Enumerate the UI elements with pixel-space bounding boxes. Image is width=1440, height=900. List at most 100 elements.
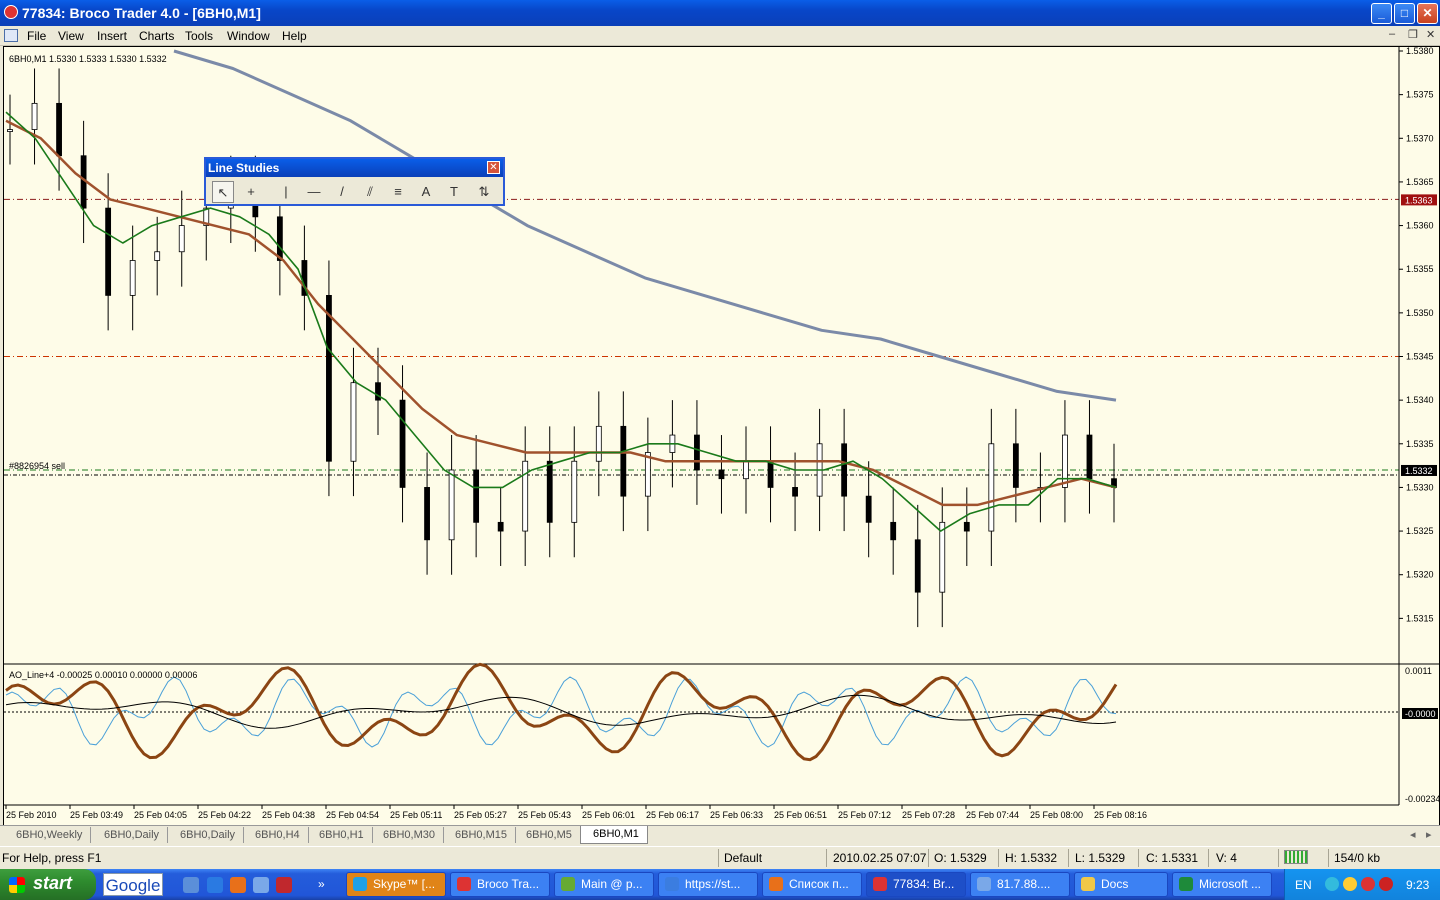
document-icon[interactable] xyxy=(4,29,18,42)
candle-body xyxy=(963,521,970,532)
taskbar-remote-label: 81.7.88.... xyxy=(997,877,1051,891)
tab-m1[interactable]: 6BH0,M1 xyxy=(580,826,648,844)
tab-scroll-left-icon[interactable]: ◂ xyxy=(1410,828,1416,841)
arrows-icon[interactable]: ⇅ xyxy=(473,181,495,203)
tab-m30[interactable]: 6BH0,M30 xyxy=(371,827,444,843)
candle-body xyxy=(718,469,725,480)
skype-icon xyxy=(353,877,367,891)
tab-scroll-right-icon[interactable]: ▸ xyxy=(1426,828,1432,841)
time-tick-label: 25 Feb 07:28 xyxy=(902,810,955,820)
start-label: start xyxy=(33,873,73,893)
quicklaunch-more-icon[interactable]: » xyxy=(318,877,334,893)
app-shortcut-icon[interactable] xyxy=(276,877,292,893)
time-tick-label: 25 Feb 07:44 xyxy=(966,810,1019,820)
time-tick-label: 25 Feb 03:49 xyxy=(70,810,123,820)
remote-icon xyxy=(977,877,991,891)
taskbar-microsoft[interactable]: Microsoft ... xyxy=(1172,872,1272,897)
tab-daily-2[interactable]: 6BH0,Daily xyxy=(168,827,245,843)
menu-help[interactable]: Help xyxy=(282,29,307,43)
taskbar-docs[interactable]: Docs xyxy=(1074,872,1168,897)
close-button[interactable]: ✕ xyxy=(1417,3,1438,24)
show-desktop-icon[interactable] xyxy=(183,877,199,893)
candle-body xyxy=(276,216,283,261)
taskbar-remote[interactable]: 81.7.88.... xyxy=(970,872,1070,897)
candle-body xyxy=(620,425,627,497)
line-studies-close-button[interactable]: ✕ xyxy=(487,161,500,174)
google-toolbar-button[interactable]: Google xyxy=(103,873,163,896)
taskbar-broco[interactable]: Broco Tra... xyxy=(450,872,550,897)
line-studies-title[interactable]: Line Studies xyxy=(206,159,503,177)
text-label-icon[interactable]: T xyxy=(443,181,465,203)
taskbar-broco-active-label: 77834: Br... xyxy=(893,877,955,891)
tray-network-icon[interactable] xyxy=(1343,877,1357,891)
tab-m15[interactable]: 6BH0,M15 xyxy=(443,827,516,843)
tab-h4[interactable]: 6BH0,H4 xyxy=(243,827,309,843)
connection-bars-icon xyxy=(1284,850,1308,864)
candle-body xyxy=(178,225,185,253)
indicator-axis-zero: -0.0000 xyxy=(1405,709,1436,719)
menu-window[interactable]: Window xyxy=(227,29,270,43)
candle-body xyxy=(497,521,504,532)
price-tick-label: 1.5355 xyxy=(1406,264,1434,274)
system-tray: EN 9:23 xyxy=(1284,869,1440,900)
minimize-button[interactable]: _ xyxy=(1371,3,1392,24)
time-tick-label: 25 Feb 04:22 xyxy=(198,810,251,820)
excel-icon xyxy=(1179,877,1193,891)
windows-logo-icon xyxy=(9,877,25,893)
price-tick-label: 1.5330 xyxy=(1406,482,1434,492)
time-tick-label: 25 Feb 06:51 xyxy=(774,810,827,820)
status-high: H: 1.5332 xyxy=(1005,851,1058,865)
time-tick-label: 25 Feb 06:01 xyxy=(582,810,635,820)
candle-body xyxy=(571,460,578,523)
vertical-line-icon[interactable]: | xyxy=(275,181,297,203)
taskbar-browser[interactable]: https://st... xyxy=(658,872,758,897)
candle-body xyxy=(399,399,406,488)
tray-arrow-icon[interactable] xyxy=(1325,877,1339,891)
candle-body xyxy=(424,487,430,541)
fibonacci-icon[interactable]: ≡ xyxy=(387,181,409,203)
line-studies-toolbar[interactable]: Line Studies ✕ ↖ + | — / ⫽ ≡ A T ⇅ xyxy=(204,157,505,206)
menu-view[interactable]: View xyxy=(58,29,84,43)
mdi-minimize-icon[interactable]: – xyxy=(1389,28,1395,40)
taskbar-microsoft-label: Microsoft ... xyxy=(1199,877,1262,891)
mdi-restore-icon[interactable]: ❐ xyxy=(1408,28,1418,41)
window-titlebar[interactable]: 77834: Broco Trader 4.0 - [6BH0,M1] _ □ … xyxy=(0,0,1440,26)
taskbar-firefox[interactable]: Список п... xyxy=(762,872,862,897)
menu-charts[interactable]: Charts xyxy=(139,29,174,43)
tab-h1[interactable]: 6BH0,H1 xyxy=(307,827,373,843)
time-tick-label: 25 Feb 05:43 xyxy=(518,810,571,820)
tray-shield-icon[interactable] xyxy=(1379,877,1393,891)
menu-insert[interactable]: Insert xyxy=(97,29,127,43)
mdi-close-icon[interactable]: ✕ xyxy=(1426,28,1435,41)
status-open: O: 1.5329 xyxy=(934,851,987,865)
candle-body xyxy=(914,539,921,593)
tray-app-icon[interactable] xyxy=(1361,877,1375,891)
menu-tools[interactable]: Tools xyxy=(185,29,213,43)
taskbar-main[interactable]: Main @ p... xyxy=(554,872,654,897)
tab-m5[interactable]: 6BH0,M5 xyxy=(514,827,581,843)
taskbar-broco-active[interactable]: 77834: Br... xyxy=(866,872,966,897)
order-label: #8826954 sell xyxy=(9,461,65,471)
taskbar-skype[interactable]: Skype™ [... xyxy=(346,872,446,897)
main-icon xyxy=(561,877,575,891)
equidistant-channel-icon[interactable]: ⫽ xyxy=(359,181,381,203)
tab-weekly[interactable]: 6BH0,Weekly xyxy=(4,827,92,843)
cursor-icon[interactable]: ↖ xyxy=(212,181,234,203)
folder-icon xyxy=(1081,877,1095,891)
indicator-axis-bottom: -0.00234 xyxy=(1405,794,1439,804)
app-icon xyxy=(4,5,18,19)
internet-explorer-icon[interactable] xyxy=(207,877,223,893)
language-indicator[interactable]: EN xyxy=(1295,878,1312,892)
firefox-icon[interactable] xyxy=(230,877,246,893)
media-icon[interactable] xyxy=(253,877,269,893)
price-tick-label: 1.5340 xyxy=(1406,395,1434,405)
trendline-icon[interactable]: / xyxy=(331,181,353,203)
horizontal-line-icon[interactable]: — xyxy=(303,181,325,203)
crosshair-icon[interactable]: + xyxy=(240,181,262,203)
maximize-button[interactable]: □ xyxy=(1394,3,1415,24)
start-button[interactable]: start xyxy=(0,869,96,900)
menu-file[interactable]: File xyxy=(27,29,46,43)
taskbar-docs-label: Docs xyxy=(1101,877,1129,891)
tab-daily[interactable]: 6BH0,Daily xyxy=(92,827,169,843)
text-icon[interactable]: A xyxy=(415,181,437,203)
